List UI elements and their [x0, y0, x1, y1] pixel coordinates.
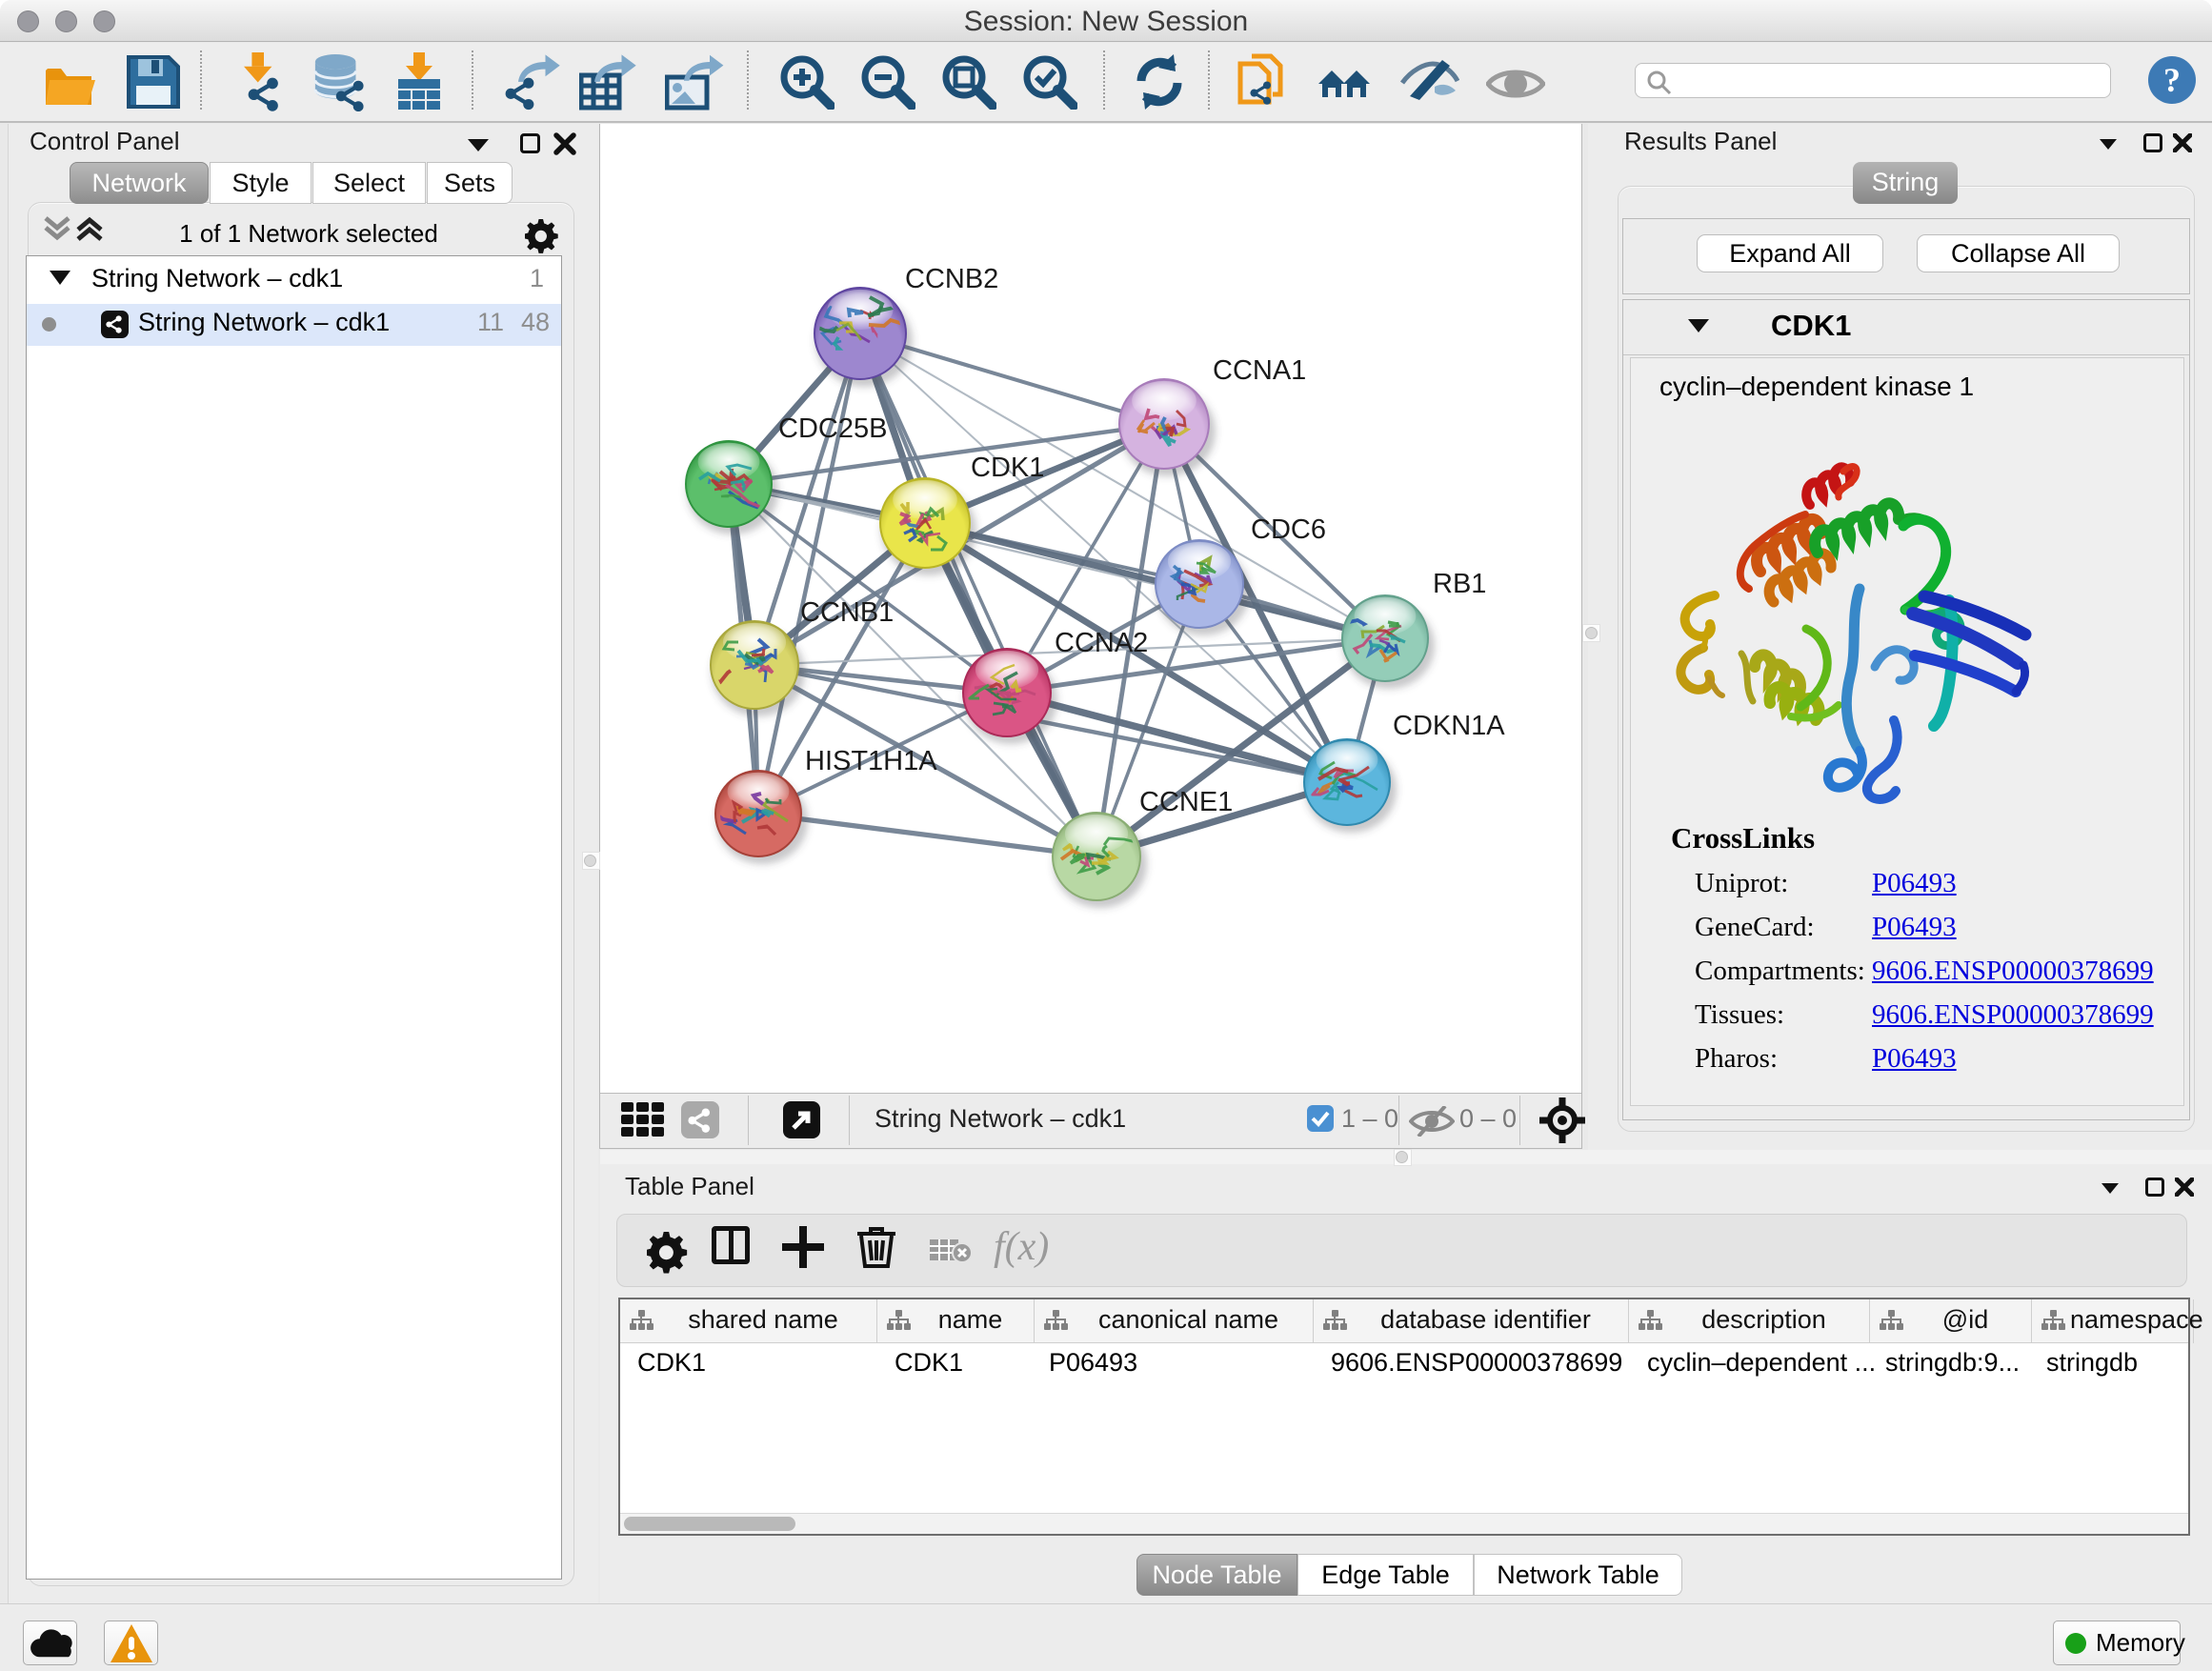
svg-text:CDC25B: CDC25B: [778, 413, 887, 444]
svg-text:CDK1: CDK1: [971, 453, 1044, 483]
svg-text:CCNB2: CCNB2: [905, 264, 998, 294]
svg-text:CCNA2: CCNA2: [1055, 628, 1148, 658]
svg-text:CDKN1A: CDKN1A: [1393, 711, 1505, 741]
svg-text:CDC6: CDC6: [1251, 514, 1326, 545]
svg-text:CCNE1: CCNE1: [1139, 787, 1233, 817]
svg-text:CCNA1: CCNA1: [1213, 355, 1306, 386]
svg-text:HIST1H1A: HIST1H1A: [805, 746, 937, 776]
svg-text:CCNB1: CCNB1: [800, 597, 894, 628]
svg-text:RB1: RB1: [1433, 569, 1486, 599]
svg-text:?: ?: [2163, 61, 2181, 99]
